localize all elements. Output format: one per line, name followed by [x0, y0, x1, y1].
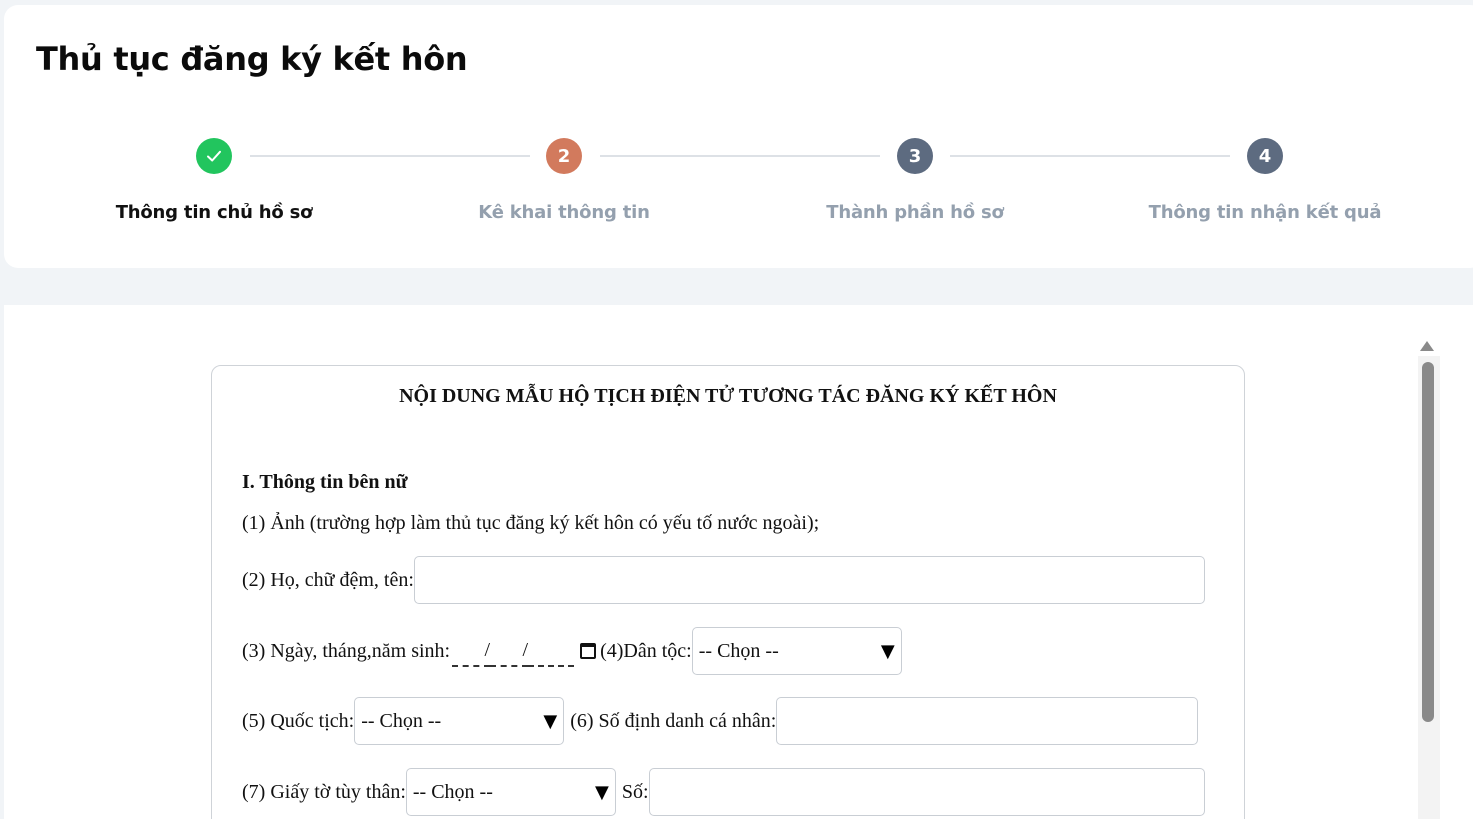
fullname-row: (2) Họ, chữ đệm, tên:	[242, 556, 1205, 604]
ethnicity-label: (4)Dân tộc:	[600, 639, 692, 662]
dob-month-segment[interactable]: /	[490, 637, 529, 667]
step-3-indicator[interactable]: 3	[897, 138, 933, 174]
nationality-id-row: (5) Quốc tịch: -- Chọn -- ▼ (6) Số định …	[242, 697, 1199, 745]
fullname-label: (2) Họ, chữ đệm, tên:	[242, 568, 414, 591]
step-2-indicator[interactable]: 2	[546, 138, 582, 174]
nationality-select[interactable]: -- Chọn -- ▼	[354, 697, 565, 745]
nationality-label: (5) Quốc tịch:	[242, 709, 355, 732]
personal-id-label: (6) Số định danh cá nhân:	[570, 709, 777, 732]
scroll-up-icon[interactable]	[1420, 341, 1434, 351]
step-4-indicator[interactable]: 4	[1247, 138, 1283, 174]
id-doc-label: (7) Giấy tờ tùy thân:	[242, 780, 406, 803]
section-female-title: I. Thông tin bên nữ	[242, 471, 408, 493]
step-4-label[interactable]: Thông tin nhận kết quả	[1115, 202, 1415, 223]
dob-year-segment[interactable]	[528, 637, 575, 667]
form-title: NỘI DUNG MẪU HỘ TỊCH ĐIỆN TỬ TƯƠNG TÁC Đ…	[399, 385, 1057, 407]
caret-down-icon: ▼	[880, 640, 895, 662]
dob-label: (3) Ngày, tháng,năm sinh:	[242, 639, 451, 662]
check-icon	[207, 150, 221, 162]
id-document-row: (7) Giấy tờ tùy thân: -- Chọn -- ▼ Số:	[242, 768, 1205, 816]
step-connector	[600, 155, 880, 157]
marriage-registration-form: NỘI DUNG MẪU HỘ TỊCH ĐIỆN TỬ TƯƠNG TÁC Đ…	[211, 365, 1245, 819]
caret-down-icon: ▼	[543, 710, 558, 732]
step-connector	[950, 155, 1230, 157]
id-number-input[interactable]	[648, 768, 1205, 816]
step-3-label[interactable]: Thành phần hồ sơ	[765, 202, 1065, 223]
fullname-input[interactable]	[413, 556, 1205, 604]
caret-down-icon: ▼	[595, 781, 609, 803]
step-connector	[250, 155, 530, 157]
dob-date-input[interactable]: / /	[452, 635, 575, 667]
scrollbar-thumb[interactable]	[1422, 362, 1434, 722]
dob-ethnicity-row: (3) Ngày, tháng,năm sinh: / / (4)Dân tộc…	[242, 627, 902, 675]
photo-row: (1) Ảnh (trường hợp làm thủ tục đăng ký …	[242, 512, 819, 535]
id-number-label: Số:	[621, 780, 649, 803]
ethnicity-selected: -- Chọn --	[698, 639, 779, 662]
id-doc-select[interactable]: -- Chọn -- ▼	[405, 768, 616, 816]
step-1-label[interactable]: Thông tin chủ hồ sơ	[64, 202, 364, 223]
ethnicity-select[interactable]: -- Chọn -- ▼	[691, 627, 902, 675]
id-doc-selected: -- Chọn --	[412, 780, 493, 803]
photo-label: (1) Ảnh (trường hợp làm thủ tục đăng ký …	[242, 512, 820, 534]
step-1-indicator[interactable]	[196, 138, 232, 174]
dob-day-segment[interactable]: /	[452, 637, 491, 667]
personal-id-input[interactable]	[776, 697, 1199, 745]
calendar-icon[interactable]	[580, 643, 597, 659]
nationality-selected: -- Chọn --	[361, 709, 442, 732]
step-2-label[interactable]: Kê khai thông tin	[414, 202, 714, 223]
